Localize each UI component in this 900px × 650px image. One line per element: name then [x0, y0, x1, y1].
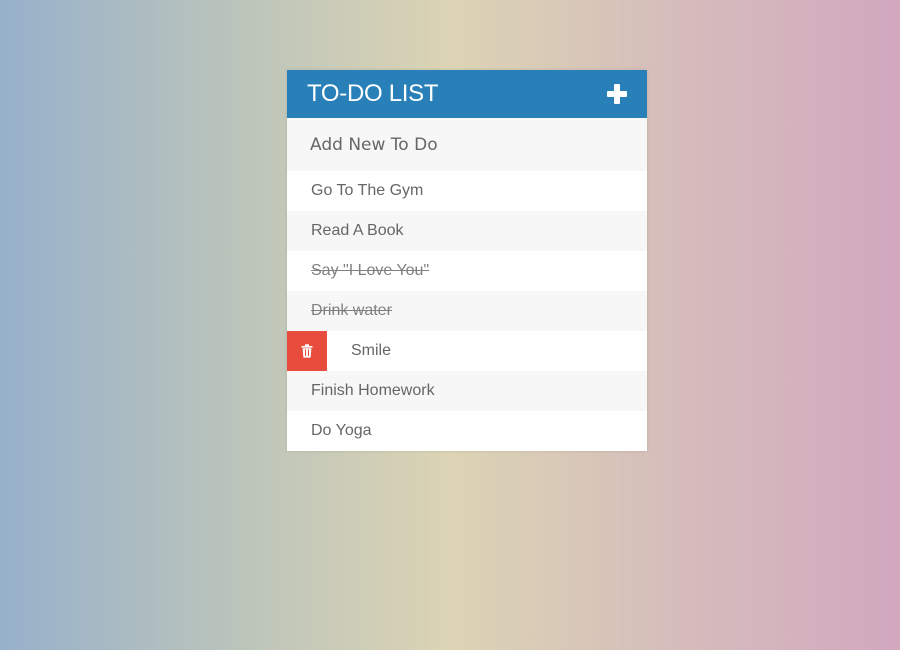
new-todo-input[interactable]	[287, 118, 647, 171]
todo-label: Go To The Gym	[311, 182, 424, 199]
todo-item[interactable]: Finish Homework	[287, 371, 647, 411]
todo-item-completed[interactable]: Drink water	[287, 291, 647, 331]
todo-label: Do Yoga	[311, 422, 372, 439]
todo-item-hovered[interactable]: Smile	[287, 331, 647, 371]
todo-title: TO-DO LIST	[307, 80, 439, 107]
todo-list: Go To The Gym Read A Book Say "I Love Yo…	[287, 171, 647, 451]
todo-item[interactable]: Do Yoga	[287, 411, 647, 451]
todo-item-completed[interactable]: Say "I Love You"	[287, 251, 647, 291]
todo-container: TO-DO LIST Go To The Gym Read A Book Say…	[287, 70, 647, 451]
todo-label: Finish Homework	[311, 382, 435, 399]
todo-item[interactable]: Read A Book	[287, 211, 647, 251]
todo-label: Smile	[351, 342, 392, 359]
todo-item[interactable]: Go To The Gym	[287, 171, 647, 211]
todo-label: Drink water	[311, 302, 392, 319]
todo-header: TO-DO LIST	[287, 70, 647, 118]
todo-label: Read A Book	[311, 222, 404, 239]
plus-icon[interactable]	[607, 84, 627, 104]
delete-button[interactable]	[287, 331, 327, 371]
trash-icon	[301, 344, 313, 358]
todo-label: Say "I Love You"	[311, 262, 430, 279]
